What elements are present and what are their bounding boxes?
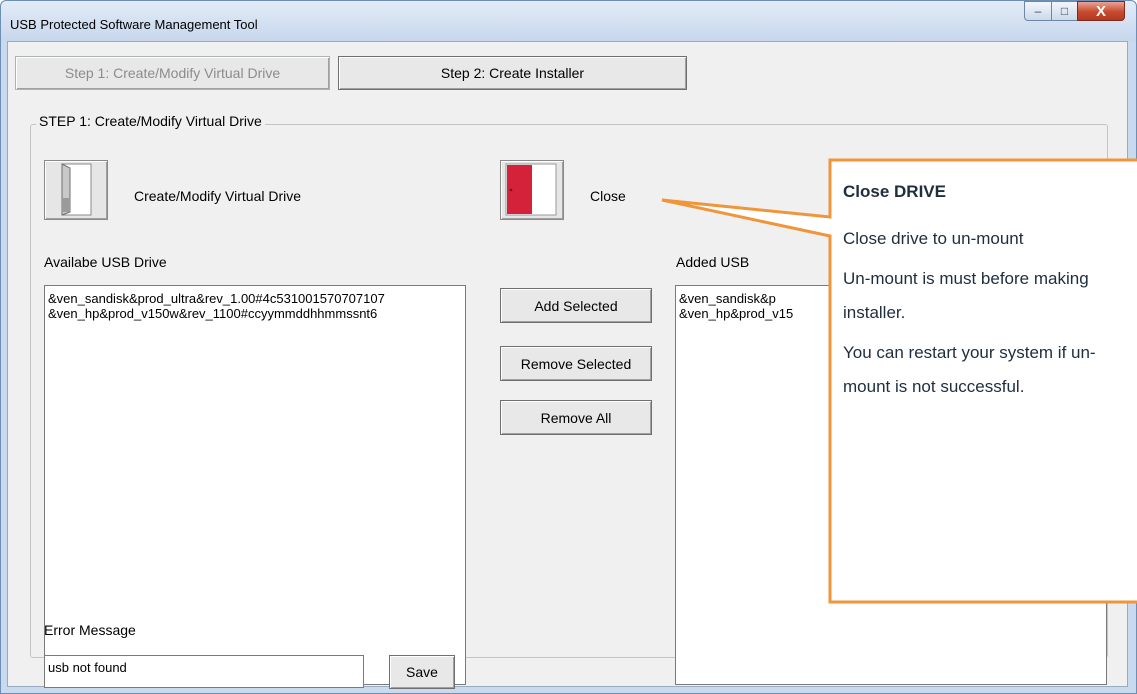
create-drive-label: Create/Modify Virtual Drive <box>134 188 302 204</box>
callout-title: Close DRIVE <box>843 182 946 201</box>
minimize-icon: – <box>1034 4 1042 18</box>
save-label: Save <box>406 664 438 680</box>
remove-selected-label: Remove Selected <box>520 355 632 372</box>
create-drive-button[interactable] <box>44 160 108 220</box>
maximize-button[interactable]: □ <box>1051 1 1078 21</box>
minimize-button[interactable]: – <box>1024 1 1052 21</box>
remove-selected-button[interactable]: Remove Selected <box>500 346 652 381</box>
step1-button[interactable]: Step 1: Create/Modify Virtual Drive <box>15 56 330 90</box>
add-selected-button[interactable]: Add Selected <box>500 288 652 323</box>
callout-text-2: Un-mount is must before making installer… <box>843 269 1089 322</box>
open-door-icon <box>61 163 92 216</box>
step2-label: Step 2: Create Installer <box>440 65 585 81</box>
callout-text-3: You can restart your system if un-mount … <box>843 343 1096 396</box>
remove-all-label: Remove All <box>540 409 612 426</box>
remove-all-button[interactable]: Remove All <box>500 400 652 435</box>
step1-label: Step 1: Create/Modify Virtual Drive <box>64 65 281 81</box>
maximize-icon: □ <box>1060 4 1069 18</box>
error-message-field[interactable]: usb not found <box>44 655 364 688</box>
add-selected-label: Add Selected <box>534 297 618 314</box>
close-drive-button[interactable] <box>500 160 564 220</box>
callout-text-1: Close drive to un-mount <box>843 229 1024 248</box>
groupbox-title: STEP 1: Create/Modify Virtual Drive <box>36 113 265 129</box>
save-button[interactable]: Save <box>389 655 455 689</box>
step2-button[interactable]: Step 2: Create Installer <box>338 56 687 90</box>
error-label: Error Message <box>44 622 136 638</box>
title-bar[interactable]: USB Protected Software Management Tool –… <box>1 1 1136 41</box>
close-icon: X <box>1095 2 1106 20</box>
available-label: Availabe USB Drive <box>44 254 167 270</box>
close-window-button[interactable]: X <box>1077 1 1125 21</box>
list-item[interactable]: &ven_sandisk&prod_ultra&rev_1.00#4c53100… <box>45 291 465 306</box>
list-item[interactable]: &ven_hp&prod_v150w&rev_1100#ccyymmddhhmm… <box>45 306 465 321</box>
window-title: USB Protected Software Management Tool <box>10 17 258 32</box>
callout: Close DRIVE Close drive to un-mount Un-m… <box>843 166 1137 404</box>
close-drive-label: Close <box>590 188 626 204</box>
added-label: Added USB <box>676 254 750 270</box>
red-door-icon <box>505 163 557 216</box>
